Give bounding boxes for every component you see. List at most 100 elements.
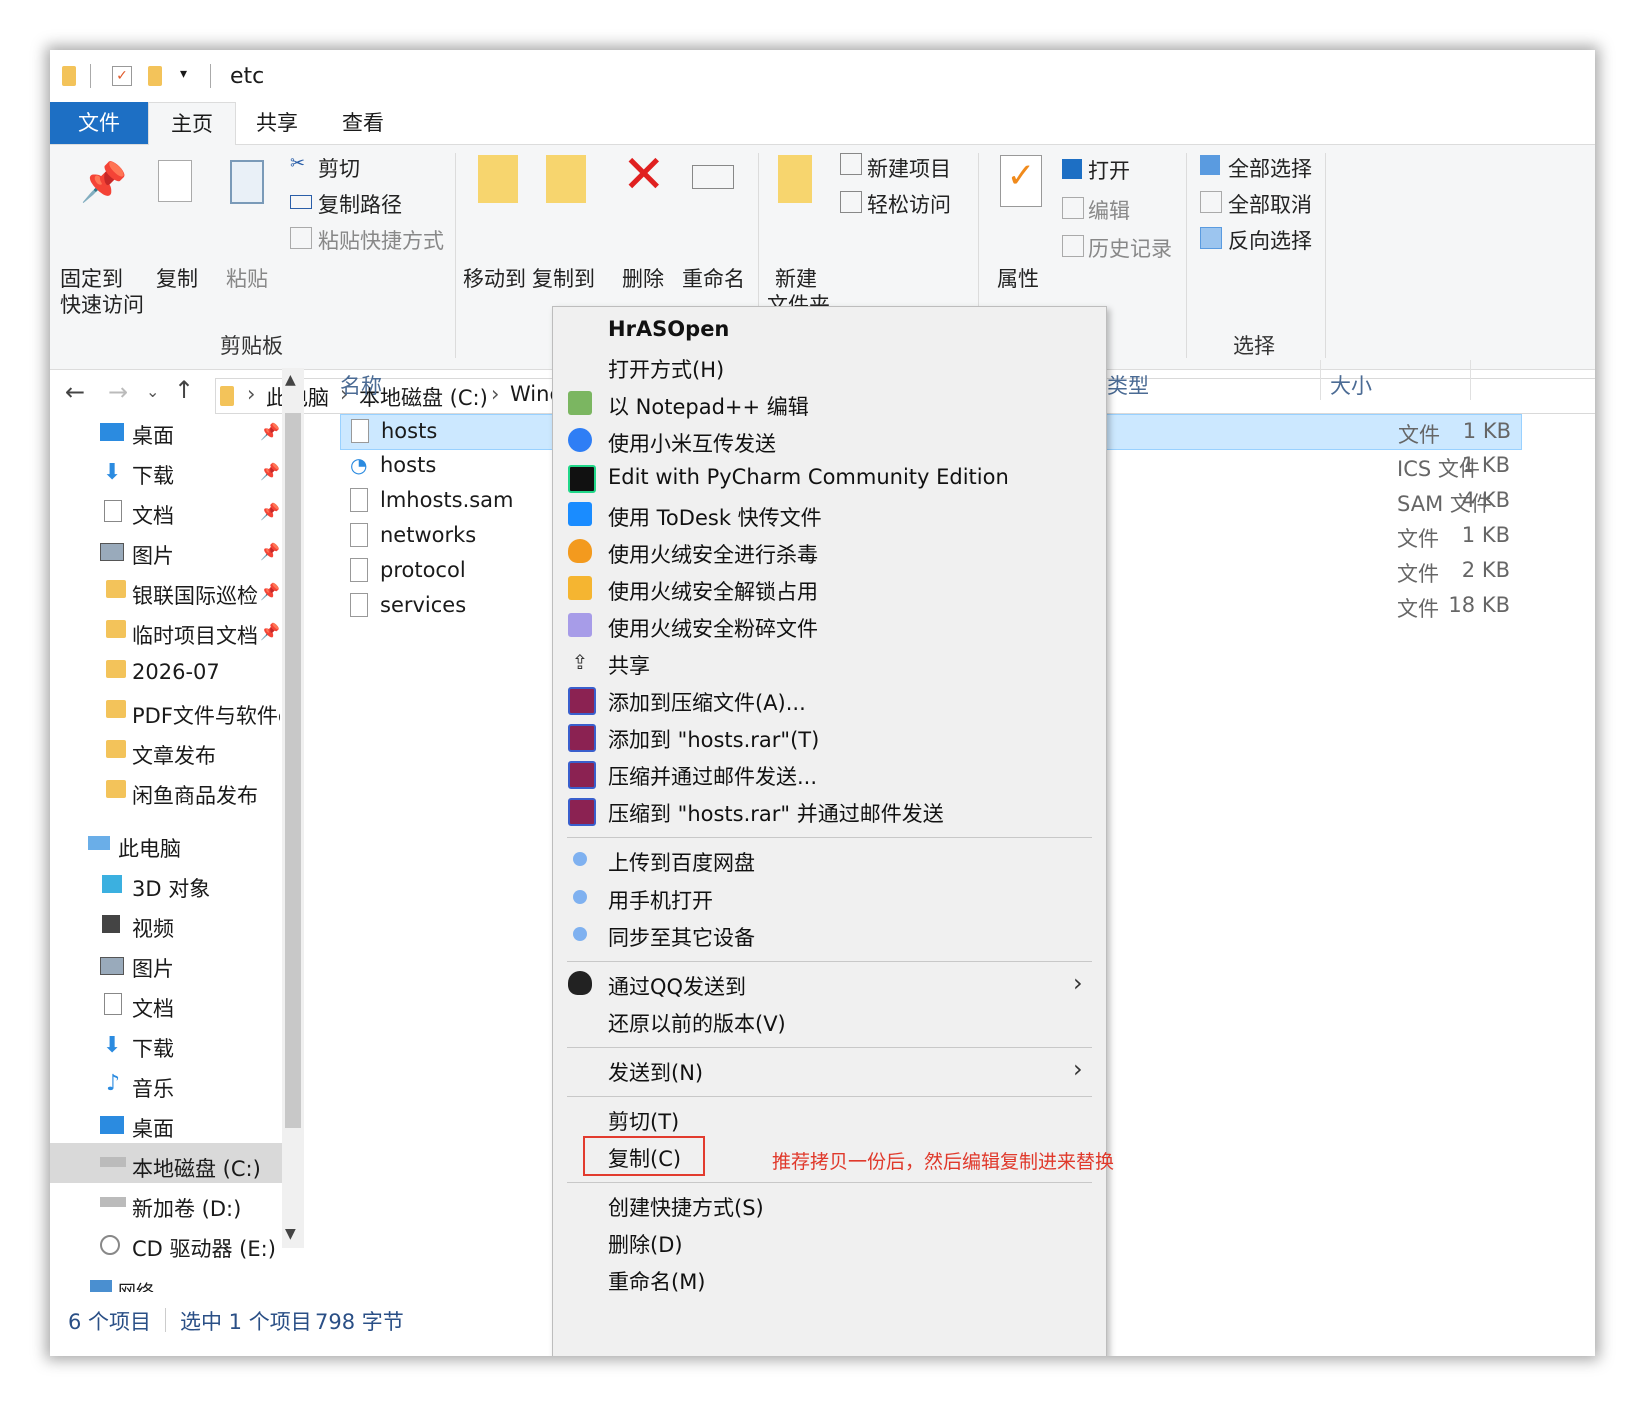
tab-share[interactable]: 共享 — [234, 102, 320, 144]
recent-chevron-icon[interactable]: ⌄ — [146, 382, 159, 401]
easy-access-button[interactable]: 轻松访问 — [867, 189, 951, 219]
select-none-button[interactable]: 全部取消 — [1228, 189, 1312, 219]
menu-item-create-shortcut[interactable]: 创建快捷方式(S) — [608, 1192, 764, 1222]
nav-item-pictures[interactable]: 图片 — [132, 953, 174, 983]
menu-item-huorong-scan[interactable]: 使用火绒安全进行杀毒 — [608, 539, 818, 569]
pin-icon[interactable]: 📌 — [260, 422, 280, 441]
file-type: 文件 — [1397, 527, 1439, 551]
menu-item-copy[interactable]: 复制(C) — [608, 1143, 681, 1173]
delete-button[interactable]: 删除 — [622, 263, 664, 293]
column-name[interactable]: 名称 — [340, 370, 382, 400]
folder-icon[interactable] — [62, 66, 76, 86]
nav-item-documents[interactable]: 文档 — [132, 993, 174, 1023]
todesk-icon — [568, 502, 592, 526]
nav-item-downloads[interactable]: 下载 — [132, 1033, 174, 1063]
nav-item-cd-drive-e[interactable]: CD 驱动器 (E:) — [132, 1233, 276, 1263]
nav-item-pictures[interactable]: 图片 — [132, 540, 174, 570]
scroll-up-icon[interactable]: ▲ — [285, 372, 296, 388]
tab-view[interactable]: 查看 — [320, 102, 406, 144]
cut-button[interactable]: 剪切 — [318, 153, 360, 183]
invert-selection-icon — [1200, 227, 1222, 249]
menu-item-sync-devices[interactable]: 同步至其它设备 — [608, 922, 755, 952]
file-size: 4 KB — [1461, 488, 1510, 512]
menu-item-rename[interactable]: 重命名(M) — [608, 1266, 706, 1296]
nav-item-desktop[interactable]: 桌面 — [132, 1113, 174, 1143]
menu-item-add-archive[interactable]: 添加到压缩文件(A)... — [608, 687, 806, 717]
menu-item-send-to[interactable]: 发送到(N) — [608, 1057, 703, 1087]
menu-item-hrasopen[interactable]: HrASOpen — [608, 317, 729, 341]
column-size[interactable]: 大小 — [1330, 370, 1372, 400]
column-divider[interactable] — [1470, 360, 1471, 400]
menu-item-baidu-upload[interactable]: 上传到百度网盘 — [608, 847, 755, 877]
menu-item-compress-email[interactable]: 压缩并通过邮件发送... — [608, 761, 817, 791]
nav-item-local-disk-c[interactable]: 本地磁盘 (C:) — [132, 1153, 261, 1183]
nav-item-music[interactable]: 音乐 — [132, 1073, 174, 1103]
menu-item-compress-hosts-email[interactable]: 压缩到 "hosts.rar" 并通过邮件发送 — [608, 798, 944, 828]
edit-button[interactable]: 编辑 — [1088, 195, 1130, 225]
copy-to-button[interactable]: 复制到 — [532, 263, 595, 293]
rename-button[interactable]: 重命名 — [682, 263, 745, 293]
pin-label-2[interactable]: 快速访问 — [60, 289, 144, 319]
menu-item-todesk[interactable]: 使用 ToDesk 快传文件 — [608, 502, 822, 532]
nav-item-volume-d[interactable]: 新加卷 (D:) — [132, 1193, 241, 1223]
menu-item-add-hosts-rar[interactable]: 添加到 "hosts.rar"(T) — [608, 724, 819, 754]
chevron-down-icon[interactable]: ▾ — [180, 66, 187, 82]
menu-item-pycharm[interactable]: Edit with PyCharm Community Edition — [608, 465, 1009, 489]
nav-item-documents[interactable]: 文档 — [132, 500, 174, 530]
paste-shortcut-button[interactable]: 粘贴快捷方式 — [318, 225, 444, 255]
pin-icon[interactable]: 📌 — [260, 462, 280, 481]
properties-check-icon[interactable]: ✓ — [112, 66, 132, 86]
tab-file[interactable]: 文件 — [50, 102, 148, 144]
menu-item-send-qq[interactable]: 通过QQ发送到 — [608, 971, 746, 1001]
nav-item-videos[interactable]: 视频 — [132, 913, 174, 943]
nav-item-network[interactable]: 网络 — [118, 1278, 154, 1292]
menu-item-huorong-unlock[interactable]: 使用火绒安全解锁占用 — [608, 576, 818, 606]
nav-item-3d-objects[interactable]: 3D 对象 — [132, 873, 210, 903]
up-arrow-icon[interactable]: ↑ — [174, 376, 194, 404]
back-arrow-icon[interactable]: ← — [65, 378, 85, 406]
menu-item-share[interactable]: 共享 — [608, 650, 650, 680]
copy-path-button[interactable]: 复制路径 — [318, 189, 402, 219]
invert-selection-button[interactable]: 反向选择 — [1228, 225, 1312, 255]
menu-item-delete[interactable]: 删除(D) — [608, 1229, 683, 1259]
nav-item-downloads[interactable]: 下载 — [132, 460, 174, 490]
scroll-thumb[interactable] — [285, 413, 301, 1128]
nav-item-folder[interactable]: 银联国际巡检 — [132, 580, 258, 610]
select-all-button[interactable]: 全部选择 — [1228, 153, 1312, 183]
menu-item-open-with[interactable]: 打开方式(H) — [608, 354, 724, 384]
move-to-button[interactable]: 移动到 — [463, 263, 526, 293]
nav-item-desktop[interactable]: 桌面 — [132, 420, 174, 450]
pin-icon[interactable]: 📌 — [260, 622, 280, 641]
column-divider[interactable] — [1320, 360, 1321, 400]
menu-item-cut[interactable]: 剪切(T) — [608, 1106, 679, 1136]
tab-home[interactable]: 主页 — [148, 102, 236, 146]
nav-item-folder[interactable]: 2026-07 — [132, 660, 220, 684]
nav-item-folder[interactable]: 文章发布 — [132, 740, 216, 770]
forward-arrow-icon[interactable]: → — [108, 378, 128, 406]
nav-item-folder[interactable]: PDF文件与软件d — [132, 700, 280, 730]
nav-item-folder[interactable]: 临时项目文档 — [132, 620, 258, 650]
column-type[interactable]: 类型 — [1107, 370, 1149, 400]
3d-objects-icon — [102, 875, 122, 893]
pin-icon[interactable]: 📌 — [260, 542, 280, 561]
new-folder-icon[interactable] — [148, 66, 162, 86]
copy-button[interactable]: 复制 — [156, 263, 198, 293]
properties-button[interactable]: 属性 — [997, 263, 1039, 293]
nav-item-this-pc[interactable]: 此电脑 — [118, 833, 181, 863]
scroll-down-icon[interactable]: ▼ — [285, 1226, 296, 1242]
menu-item-notepadpp[interactable]: 以 Notepad++ 编辑 — [608, 391, 809, 421]
file-name: hosts — [380, 453, 437, 477]
nav-scrollbar[interactable]: ▲ ▼ — [282, 368, 304, 1248]
open-button[interactable]: 打开 — [1088, 155, 1130, 185]
history-button[interactable]: 历史记录 — [1088, 233, 1172, 263]
menu-item-huorong-shred[interactable]: 使用火绒安全粉碎文件 — [608, 613, 818, 643]
new-item-button[interactable]: 新建项目 — [867, 153, 951, 183]
menu-item-xiaomi-share[interactable]: 使用小米互传发送 — [608, 428, 776, 458]
pin-icon[interactable]: 📌 — [260, 582, 280, 601]
pin-icon[interactable]: 📌 — [260, 502, 280, 521]
breadcrumb-windows[interactable]: Wind — [510, 382, 552, 406]
paste-button[interactable]: 粘贴 — [226, 263, 268, 293]
nav-item-folder[interactable]: 闲鱼商品发布 — [132, 780, 258, 810]
menu-item-open-on-phone[interactable]: 用手机打开 — [608, 885, 713, 915]
menu-item-restore-versions[interactable]: 还原以前的版本(V) — [608, 1008, 786, 1038]
